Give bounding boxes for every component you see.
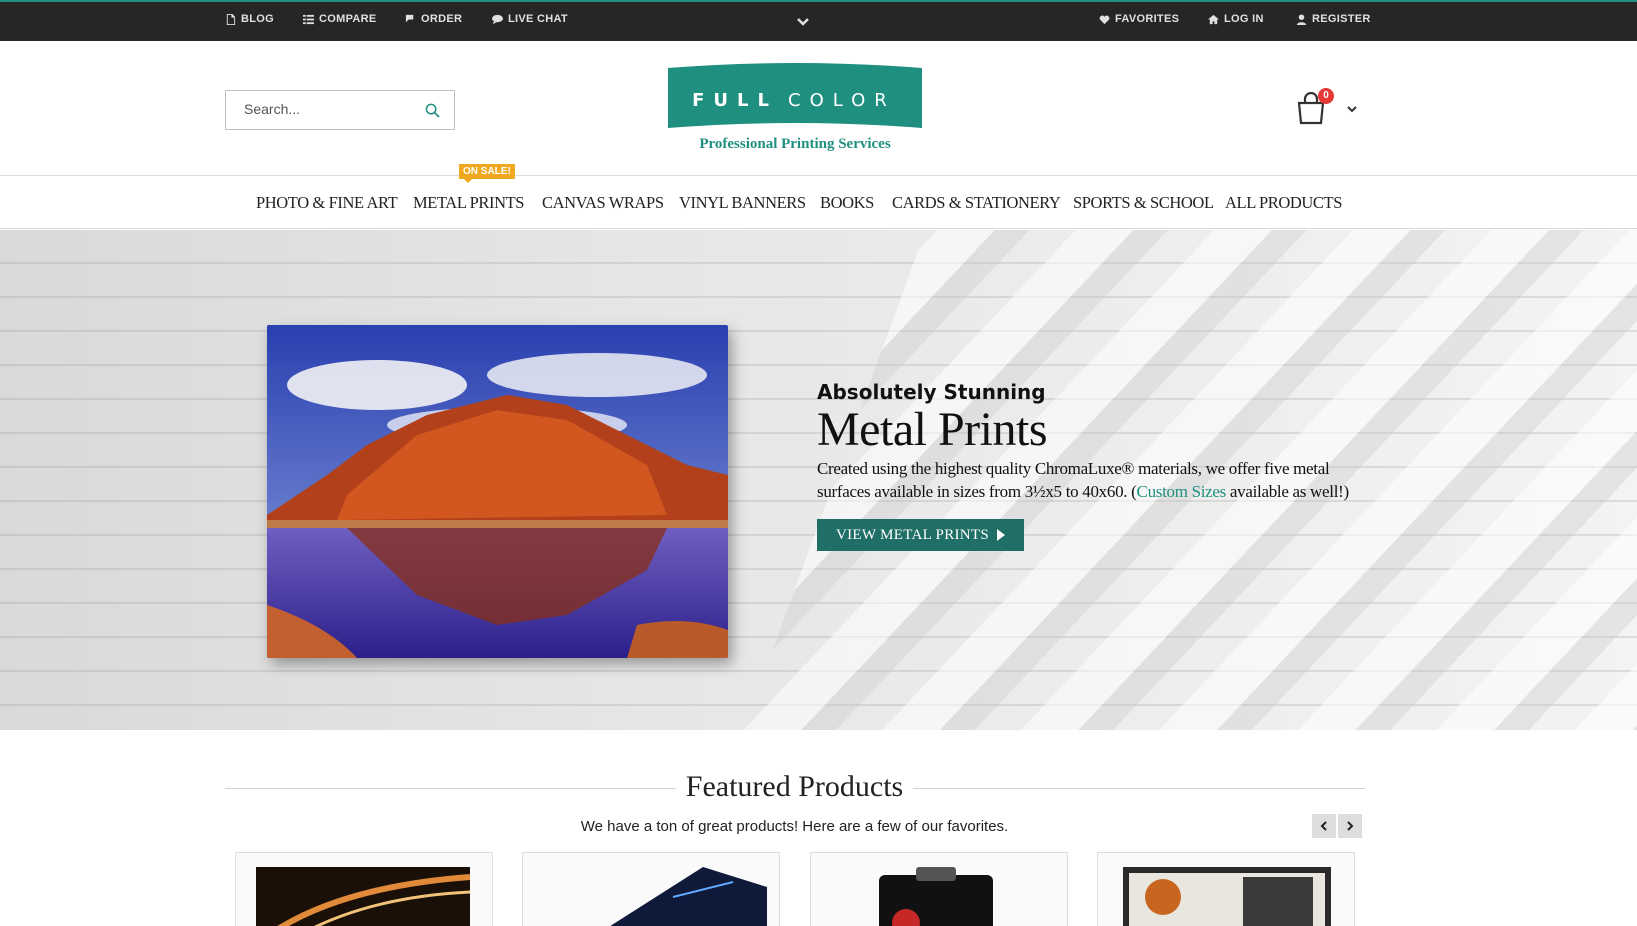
search-input[interactable] [244, 101, 414, 117]
main-nav: PHOTO & FINE ART METAL PRINTS CANVAS WRA… [0, 176, 1637, 229]
carousel-arrows [1312, 814, 1362, 838]
product-card[interactable] [235, 852, 493, 926]
logo-text-left: FULL [692, 90, 778, 111]
order-label: ORDER [421, 13, 463, 25]
nav-photo-fine-art[interactable]: PHOTO & FINE ART [256, 193, 398, 213]
product-thumbnail [1123, 867, 1331, 926]
caret-right-icon [997, 529, 1006, 541]
hero-desc-text-end: available as well!) [1225, 482, 1349, 501]
order-icon [405, 14, 414, 22]
cta-label: VIEW METAL PRINTS [835, 526, 990, 543]
carousel-prev-button[interactable] [1312, 814, 1336, 838]
cart-count-badge: 0 [1318, 88, 1334, 104]
site-logo[interactable]: FULL COLOR Professional Printing Service… [668, 62, 922, 157]
favorites-label: FAVORITES [1115, 13, 1180, 25]
nav-canvas-wraps[interactable]: CANVAS WRAPS [542, 193, 664, 213]
hero-pretitle: Absolutely Stunning [817, 380, 1046, 404]
user-icon [1296, 13, 1307, 25]
list-icon [303, 14, 314, 24]
chevron-down-icon[interactable] [795, 14, 811, 30]
favorites-link[interactable]: FAVORITES [1099, 13, 1179, 25]
logo-text-right: COLOR [788, 90, 896, 111]
product-thumbnail [256, 867, 470, 926]
carousel-next-button[interactable] [1338, 814, 1362, 838]
nav-vinyl-banners[interactable]: VINYL BANNERS [679, 193, 806, 213]
compare-link[interactable]: COMPARE [303, 13, 377, 25]
live-chat-label: LIVE CHAT [508, 13, 568, 25]
document-icon [226, 13, 236, 25]
chevron-left-icon [1320, 821, 1327, 831]
on-sale-badge: ON SALE! [459, 164, 515, 183]
product-thumbnail [610, 867, 767, 926]
product-card[interactable] [1097, 852, 1355, 926]
blog-label: BLOG [241, 13, 274, 25]
nav-books[interactable]: BOOKS [820, 193, 874, 213]
search-box [225, 90, 455, 130]
log-in-link[interactable]: LOG IN [1208, 13, 1264, 25]
chat-icon [492, 14, 503, 24]
order-link[interactable]: ORDER [405, 13, 462, 25]
register-label: REGISTER [1312, 13, 1371, 25]
custom-sizes-link[interactable]: Custom Sizes [1137, 482, 1227, 501]
product-card[interactable] [522, 852, 780, 926]
heart-icon [1099, 15, 1110, 24]
search-icon[interactable] [425, 103, 440, 118]
compare-label: COMPARE [319, 13, 377, 25]
top-bar: BLOG COMPARE ORDER LIVE CHAT FAVORITES L… [0, 0, 1637, 41]
log-in-label: LOG IN [1224, 13, 1264, 25]
product-card[interactable] [810, 852, 1068, 926]
nav-cards-stationery[interactable]: CARDS & STATIONERY [892, 193, 1061, 213]
nav-all-products[interactable]: ALL PRODUCTS [1225, 193, 1342, 213]
live-chat-link[interactable]: LIVE CHAT [492, 13, 568, 25]
nav-metal-prints[interactable]: METAL PRINTS [413, 193, 524, 213]
logo-tagline: Professional Printing Services [699, 136, 891, 152]
hero-banner: Absolutely Stunning Metal Prints Created… [0, 230, 1637, 730]
hero-description: Created using the highest quality Chroma… [817, 457, 1377, 503]
product-thumbnail [879, 867, 993, 926]
featured-title-text: Featured Products [675, 770, 914, 803]
register-link[interactable]: REGISTER [1296, 13, 1371, 25]
cart-button[interactable]: 0 [1296, 88, 1336, 128]
home-icon [1208, 14, 1219, 24]
view-metal-prints-button[interactable]: VIEW METAL PRINTS [817, 519, 1024, 551]
blog-link[interactable]: BLOG [225, 13, 274, 25]
chevron-down-icon[interactable] [1346, 103, 1358, 115]
nav-sports-school[interactable]: SPORTS & SCHOOL [1073, 193, 1214, 213]
hero-title: Metal Prints [817, 403, 1048, 456]
chevron-right-icon [1347, 821, 1354, 831]
logo-banner: FULL COLOR [668, 63, 922, 128]
metal-print-sample-image [267, 325, 728, 658]
featured-title: Featured Products [0, 770, 1589, 804]
